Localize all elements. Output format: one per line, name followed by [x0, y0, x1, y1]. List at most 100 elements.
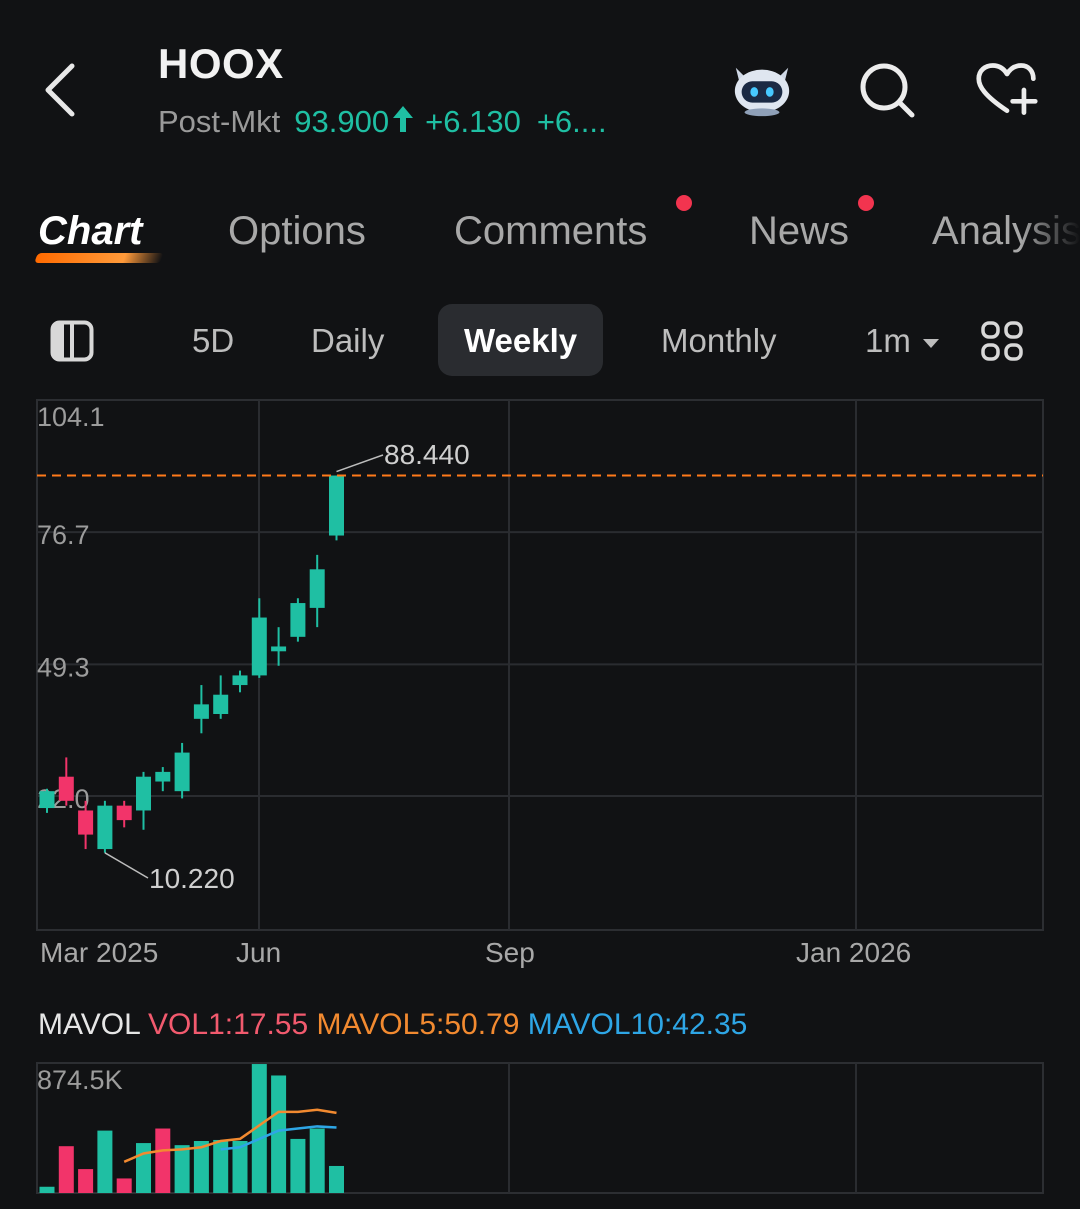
search-button[interactable] — [855, 58, 919, 122]
volume-bar — [136, 1143, 151, 1193]
grid-icon — [981, 321, 1023, 361]
candle-body — [271, 646, 287, 652]
robot-icon — [734, 67, 790, 117]
candle — [155, 767, 171, 792]
x-tick-label: Jan 2026 — [796, 937, 911, 968]
tab-news[interactable]: News — [749, 209, 849, 254]
volume-bar — [329, 1165, 344, 1193]
volume-bar — [39, 1186, 55, 1193]
y-tick-label: 76.7 — [37, 520, 90, 550]
period-daily[interactable]: Daily — [311, 322, 384, 360]
back-button[interactable] — [30, 55, 90, 125]
vol1-value: VOL1:17.55 — [148, 1008, 309, 1041]
interval-label: 1m — [865, 322, 911, 359]
mavol5-value: MAVOL5:50.79 — [316, 1008, 520, 1041]
candle — [58, 757, 74, 806]
volume-bar — [97, 1130, 113, 1193]
volume-bar — [116, 1178, 132, 1193]
tab-chart[interactable]: Chart — [38, 209, 142, 254]
interval-dropdown[interactable]: 1m — [865, 322, 939, 360]
candle — [329, 475, 344, 541]
stock-header: HOOX Post-Mkt 93.900 +6.130 +6.... — [0, 0, 1080, 170]
post-market-quote: Post-Mkt 93.900 +6.130 +6.... — [158, 104, 607, 140]
y-tick-label: 104.1 — [37, 402, 105, 432]
candlestick-chart[interactable]: 104.176.749.322.088.44010.220Mar 2025Jun… — [0, 390, 1080, 990]
news-notification-dot — [858, 195, 874, 211]
x-tick-label: Sep — [485, 937, 535, 968]
candle — [97, 800, 113, 853]
active-tab-indicator — [34, 253, 164, 263]
volume-bar — [271, 1075, 287, 1193]
x-tick-label: Mar 2025 — [40, 937, 158, 968]
section-tabs: Chart Options Comments News Analysis — [0, 195, 1080, 275]
candle-body — [213, 694, 229, 715]
mavol-label: MAVOL — [38, 1008, 140, 1041]
tab-comments[interactable]: Comments — [454, 209, 647, 254]
up-arrow-icon — [393, 105, 414, 139]
mavol10-value: MAVOL10:42.35 — [527, 1008, 748, 1041]
candle-body — [193, 704, 209, 719]
low-marker-leader — [104, 852, 149, 879]
period-monthly[interactable]: Monthly — [661, 322, 777, 360]
candle-body — [78, 810, 94, 835]
candle — [251, 598, 267, 678]
volume-bar — [155, 1128, 171, 1193]
volume-bar — [309, 1128, 325, 1193]
chevron-left-icon — [45, 63, 75, 117]
assistant-button[interactable] — [730, 58, 794, 122]
period-selector: 5D Daily Weekly Monthly 1m — [0, 300, 1080, 380]
volume-bar — [290, 1138, 306, 1193]
candle — [213, 675, 229, 719]
y-tick-label: 49.3 — [37, 652, 90, 682]
price-chart[interactable]: 104.176.749.322.088.44010.220Mar 2025Jun… — [0, 390, 1080, 990]
volume-bar — [174, 1145, 190, 1193]
session-label: Post-Mkt — [158, 104, 281, 139]
candle — [271, 627, 287, 666]
panel-toggle-icon — [50, 320, 94, 362]
post-market-price: 93.900 — [294, 104, 390, 139]
candle — [290, 598, 306, 642]
tabs-fade — [1020, 195, 1080, 275]
high-marker-label: 88.440 — [384, 439, 470, 470]
candle — [174, 742, 190, 799]
volume-chart[interactable]: 874.5K — [0, 1055, 1080, 1209]
price-change: +6.130 — [425, 104, 521, 139]
period-5d[interactable]: 5D — [192, 322, 234, 360]
candle-body — [136, 776, 151, 811]
candle-body — [232, 675, 248, 686]
candle — [193, 685, 209, 734]
candle-body — [290, 603, 306, 637]
heart-plus-icon — [976, 63, 1038, 115]
candle-body — [39, 791, 55, 809]
volume-bars-chart[interactable]: 874.5K — [0, 1055, 1080, 1209]
stock-symbol: HOOX — [158, 40, 284, 87]
tab-options[interactable]: Options — [228, 209, 366, 254]
candle-body — [329, 475, 344, 536]
period-weekly[interactable]: Weekly — [438, 304, 604, 376]
comments-notification-dot — [676, 195, 692, 211]
candle — [116, 800, 132, 828]
candle-body — [97, 805, 113, 850]
candle-body — [251, 617, 267, 676]
candle-body — [309, 569, 325, 608]
high-marker-leader — [336, 454, 384, 473]
candle-body — [116, 805, 132, 821]
candle — [232, 670, 248, 693]
layout-toggle-button[interactable] — [50, 320, 94, 367]
price-change-percent: +6.... — [536, 104, 607, 139]
indicator-grid-button[interactable] — [980, 320, 1024, 367]
volume-bar — [58, 1146, 74, 1193]
candle-body — [174, 752, 190, 792]
candle-body — [58, 776, 74, 801]
volume-max-label: 874.5K — [37, 1065, 123, 1095]
volume-legend: MAVOL VOL1:17.55 MAVOL5:50.79 MAVOL10:42… — [38, 1008, 747, 1042]
volume-bar — [78, 1169, 94, 1193]
watchlist-add-button[interactable] — [975, 58, 1039, 122]
low-marker-label: 10.220 — [149, 863, 235, 894]
caret-down-icon — [922, 338, 939, 348]
candle — [136, 771, 151, 830]
search-icon — [860, 63, 915, 118]
candle — [309, 554, 325, 628]
candle-body — [155, 771, 171, 782]
x-tick-label: Jun — [236, 937, 281, 968]
